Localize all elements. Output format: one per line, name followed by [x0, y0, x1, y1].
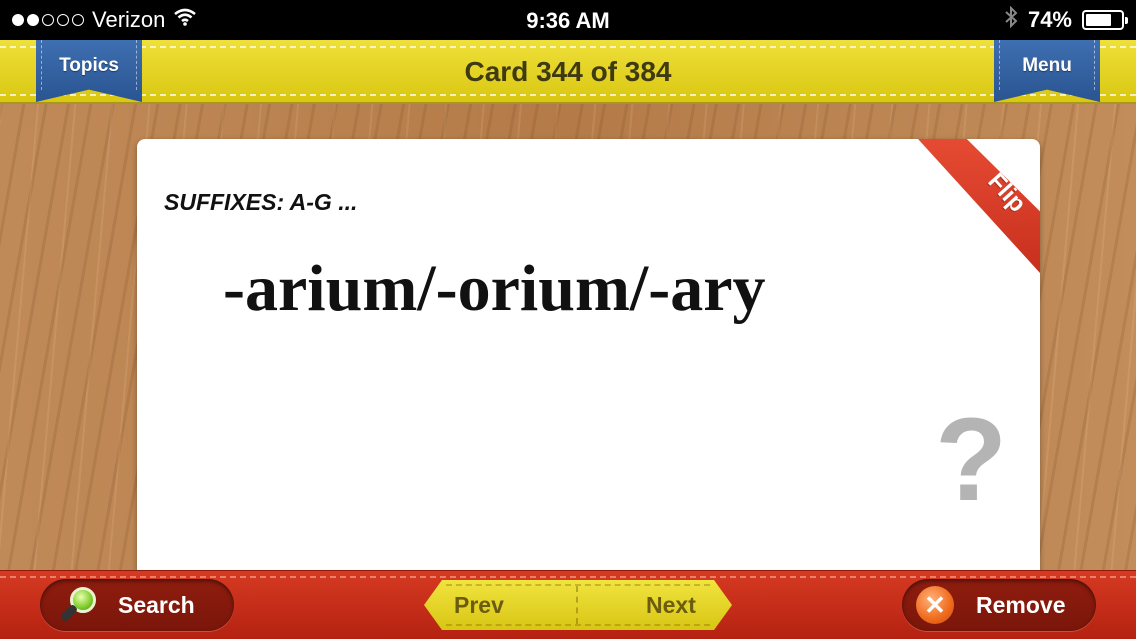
- prev-next-group: Prev Next: [424, 580, 732, 630]
- remove-button[interactable]: ✕ Remove: [902, 579, 1096, 631]
- battery-percent: 74%: [1027, 7, 1072, 32]
- battery-icon: [1082, 10, 1128, 30]
- bluetooth-icon: [1004, 5, 1018, 34]
- flash-card[interactable]: SUFFIXES: A-G ... -arium/-orium/-ary Fli…: [137, 139, 1040, 579]
- flip-button[interactable]: Flip: [918, 139, 1040, 273]
- card-category: SUFFIXES: A-G ...: [164, 189, 358, 215]
- status-bar: Verizon 9:36 AM 74%: [0, 0, 1136, 40]
- search-button[interactable]: Search: [40, 579, 234, 631]
- card-term: -arium/-orium/-ary: [223, 252, 766, 325]
- flip-label: Flip: [982, 167, 1032, 218]
- search-label: Search: [118, 591, 195, 618]
- question-mark-icon[interactable]: ?: [935, 401, 1007, 519]
- close-icon: ✕: [916, 586, 954, 624]
- header-bar: Card 344 of 384: [0, 40, 1136, 104]
- next-button[interactable]: Next: [646, 580, 696, 630]
- prev-button[interactable]: Prev: [454, 580, 504, 630]
- card-counter-title: Card 344 of 384: [464, 56, 672, 87]
- magnifier-icon: [59, 585, 100, 625]
- status-right: 74%: [1004, 5, 1128, 34]
- clock: 9:36 AM: [526, 8, 610, 33]
- remove-label: Remove: [976, 591, 1066, 618]
- bottom-toolbar: Search Prev Next ✕ Remove: [0, 570, 1136, 639]
